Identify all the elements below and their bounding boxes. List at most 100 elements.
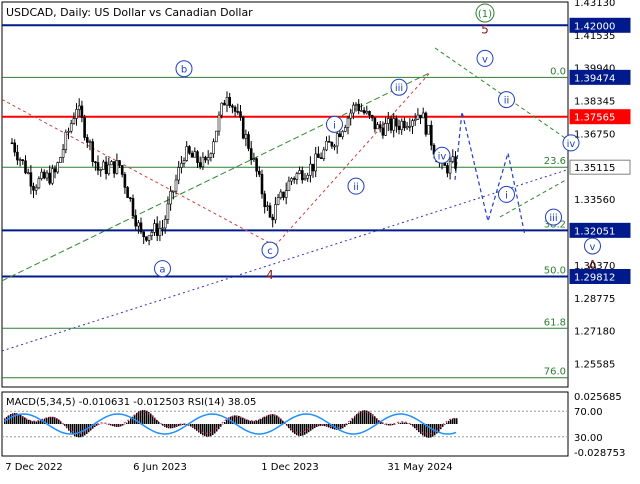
candle-body [406, 126, 408, 128]
macd-bar [30, 421, 32, 424]
candle-body [111, 162, 113, 165]
candle-body [253, 159, 255, 160]
candle-body [175, 180, 177, 191]
candle-body [207, 158, 209, 160]
candle-body [412, 121, 414, 127]
candle-body [280, 192, 282, 198]
wave-label-6: iii [395, 83, 403, 94]
macd-bar [200, 424, 202, 434]
candle-body [299, 171, 301, 174]
macd-bar [58, 420, 60, 424]
x-tick-label-2: 1 Dec 2023 [261, 462, 319, 473]
candle-body [194, 152, 196, 158]
wave-label-3: 4 [266, 268, 274, 282]
macd-bar [404, 423, 406, 424]
candle-body [116, 161, 118, 174]
macd-bar [270, 414, 272, 424]
candle-body [89, 142, 91, 143]
candle-body [197, 152, 199, 163]
macd-bar [130, 419, 132, 424]
candle-body [371, 115, 373, 118]
macd-bar [394, 424, 396, 425]
candle-body [291, 178, 293, 181]
candle-body [401, 121, 403, 129]
y-tick-label-6: 1.33560 [574, 195, 615, 206]
candle-body [266, 206, 268, 207]
candle-body [19, 160, 21, 161]
candle-body [218, 115, 220, 131]
macd-bar [34, 422, 36, 424]
candle-body [27, 173, 29, 174]
macd-bar [388, 424, 390, 425]
candle-body [81, 106, 83, 118]
chart-canvas: USDCAD, Daily: US Dollar vs Canadian Dol… [0, 0, 640, 480]
candle-body [387, 119, 389, 124]
wave-label-10: (1) [478, 9, 492, 20]
macd-bar [300, 424, 302, 436]
candle-body [108, 165, 110, 174]
candle-body [145, 237, 147, 241]
candle-body [51, 169, 53, 184]
candle-body [283, 192, 285, 197]
macd-bar [80, 424, 82, 437]
macd-bar [356, 414, 358, 424]
candle-body [398, 126, 400, 130]
macd-bar [204, 424, 206, 436]
macd-bar [422, 424, 424, 435]
macd-bar [370, 413, 372, 424]
candle-body [76, 109, 78, 118]
macd-bar [294, 424, 296, 434]
candle-body [395, 119, 397, 127]
candle-body [304, 178, 306, 180]
candle-body [328, 141, 330, 142]
candle-body [46, 173, 48, 178]
candle-body [430, 125, 432, 145]
macd-bar [48, 417, 50, 424]
candle-body [191, 153, 193, 157]
candle-body [261, 174, 263, 194]
candle-body [188, 147, 190, 154]
macd-bar [446, 423, 448, 424]
macd-bar [128, 421, 130, 424]
candle-body [288, 181, 290, 191]
candle-body [132, 198, 134, 215]
candle-body [293, 178, 295, 179]
candle-body [385, 123, 387, 135]
candle-body [78, 106, 80, 110]
candle-body [11, 143, 13, 144]
candle-body [237, 111, 239, 112]
macd-bar [354, 416, 356, 424]
macd-bar [254, 421, 256, 424]
macd-bar [38, 421, 40, 424]
candle-body [409, 126, 411, 127]
macd-bar [258, 420, 260, 424]
price-tag-3: 1.35115 [574, 163, 615, 174]
macd-bar [290, 424, 292, 430]
macd-bar [304, 424, 306, 435]
candle-body [248, 134, 250, 148]
candle-body [449, 161, 451, 173]
macd-bar [260, 419, 262, 424]
wave-label-11: i [505, 190, 508, 201]
macd-bar [218, 424, 220, 429]
candle-body [94, 162, 96, 163]
macd-bar [248, 420, 250, 424]
x-tick-label-3: 31 May 2024 [387, 462, 452, 473]
candle-body [213, 142, 215, 154]
macd-bar [54, 417, 56, 424]
y-tick-label-9: 1.27180 [574, 327, 615, 338]
candle-body [178, 167, 180, 180]
candle-body [186, 147, 188, 161]
fib-label-1: 23.6 [544, 156, 566, 167]
y-tick-label-3: 1.38345 [574, 97, 615, 108]
macd-bar [450, 420, 452, 424]
osc-tick-label-0: 0.025685 [574, 392, 622, 403]
wave-label-0: a [159, 265, 165, 276]
candle-body [170, 191, 172, 204]
candle-body [102, 162, 104, 170]
macd-bar [400, 423, 402, 424]
candle-body [323, 150, 325, 159]
candle-body [14, 143, 16, 152]
candle-body [143, 232, 145, 237]
macd-bar [374, 416, 376, 424]
